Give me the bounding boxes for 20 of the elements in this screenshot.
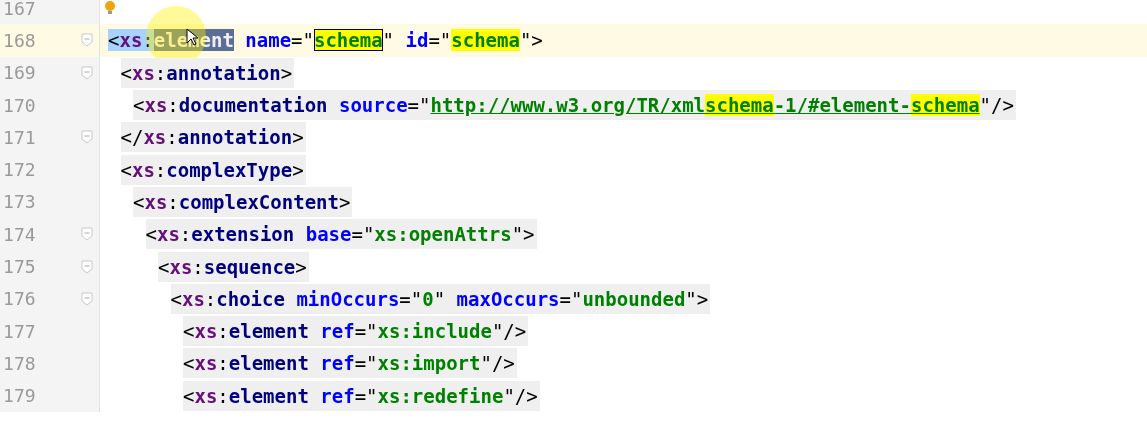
fold-icon[interactable] bbox=[81, 33, 93, 48]
fold-icon[interactable] bbox=[81, 227, 93, 242]
line-number: 174 bbox=[2, 223, 36, 245]
line-number: 168 bbox=[2, 29, 36, 51]
line-number: 173 bbox=[2, 191, 36, 213]
fold-icon[interactable] bbox=[81, 65, 93, 80]
line-number: 176 bbox=[2, 288, 36, 310]
line-number: 172 bbox=[2, 159, 36, 181]
line-number: 177 bbox=[2, 320, 36, 342]
line-number: 169 bbox=[2, 62, 36, 84]
line-number: 167 bbox=[2, 0, 36, 19]
line-number: 179 bbox=[2, 385, 36, 407]
line-number: 171 bbox=[2, 126, 36, 148]
fold-icon[interactable] bbox=[81, 291, 93, 306]
line-number: 175 bbox=[2, 256, 36, 277]
line-number: 170 bbox=[2, 94, 36, 116]
lightbulb-icon[interactable] bbox=[104, 0, 116, 16]
line-number: 178 bbox=[2, 352, 36, 374]
fold-icon[interactable] bbox=[81, 130, 93, 145]
fold-icon[interactable] bbox=[81, 259, 93, 274]
